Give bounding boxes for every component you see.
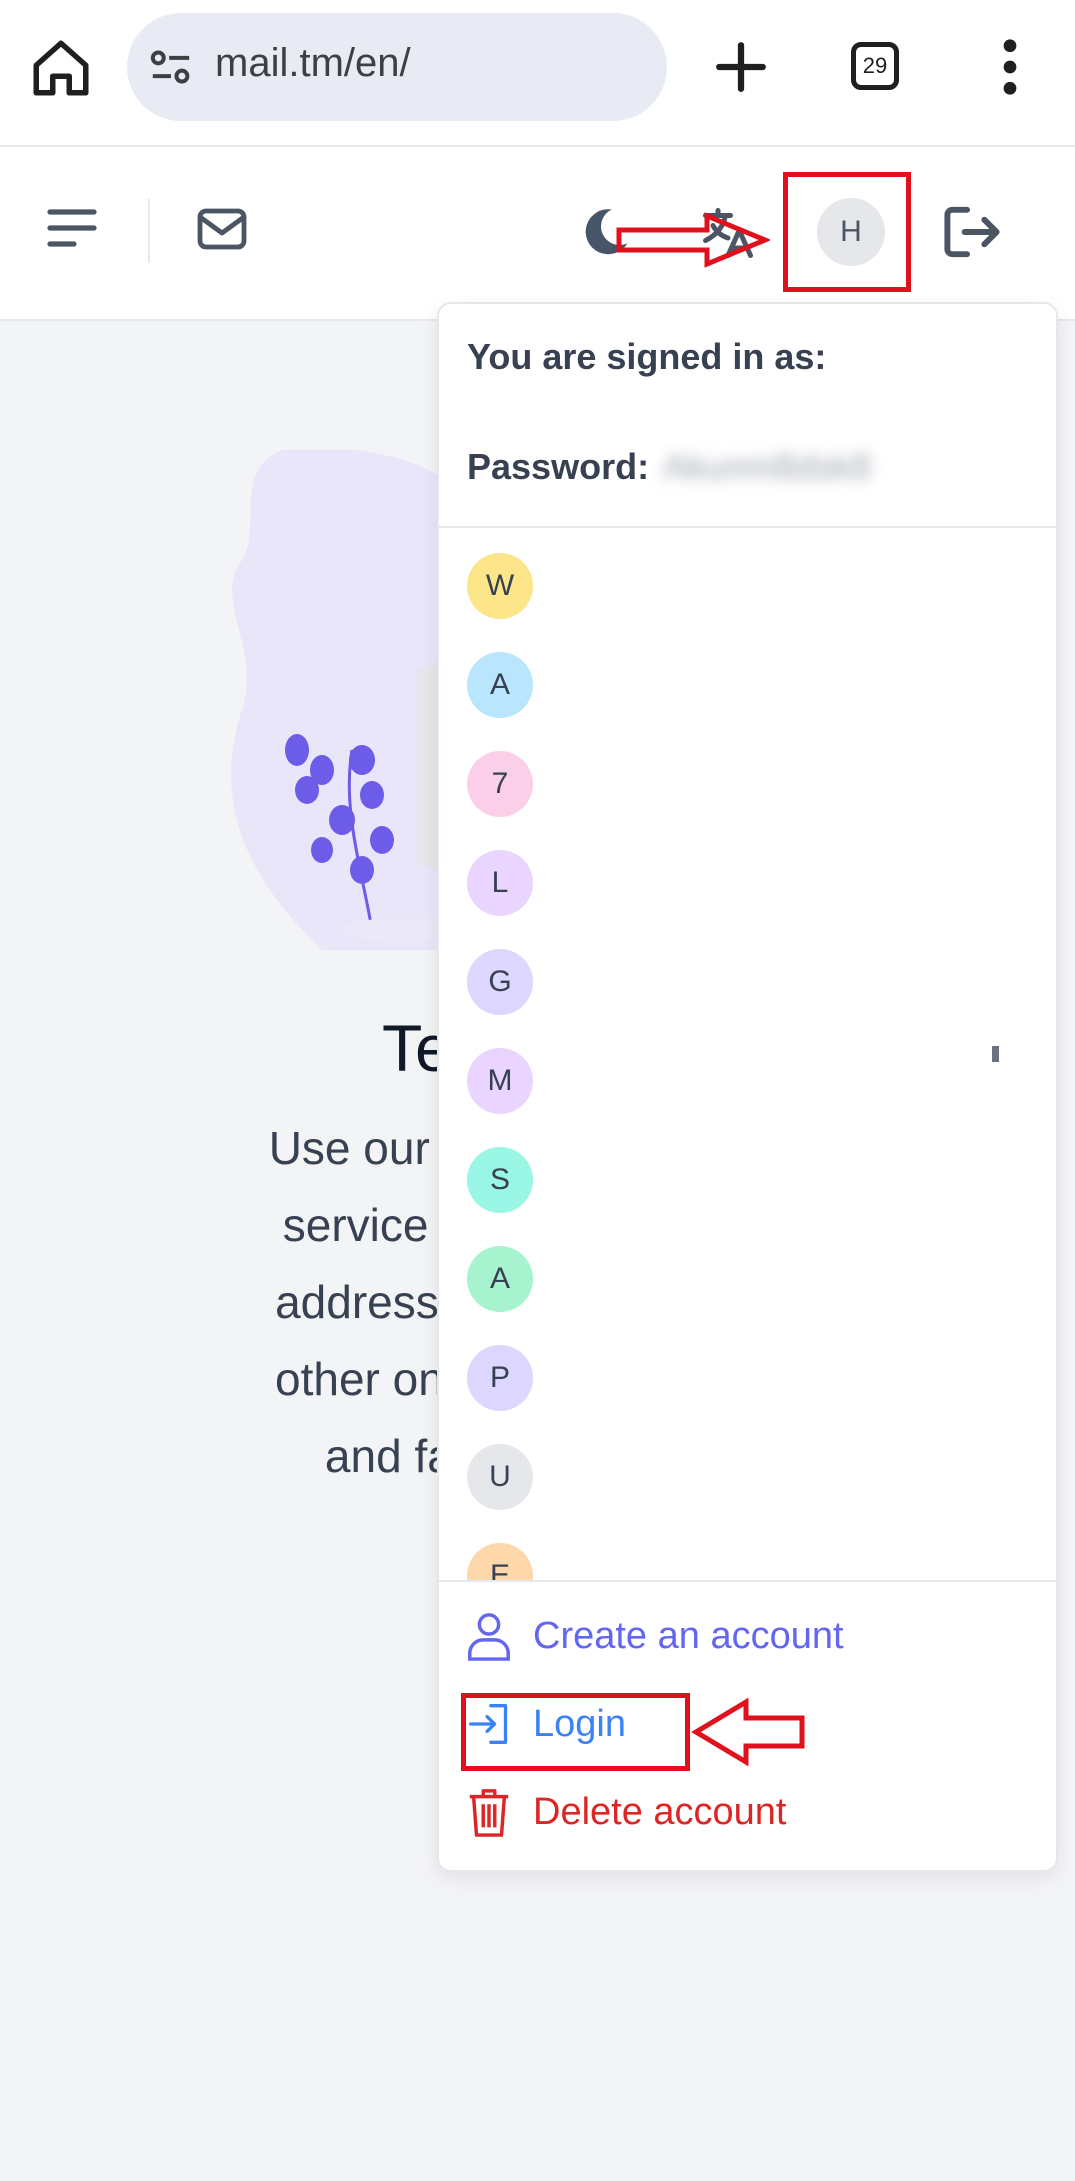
account-initial: 7 <box>491 767 509 800</box>
delete-account-label: Delete account <box>533 1790 787 1833</box>
annotation-box-avatar <box>783 172 911 292</box>
scrollbar-thumb[interactable] <box>992 1046 999 1062</box>
signed-in-label: You are signed in as: <box>467 336 827 377</box>
account-initial: G <box>488 965 512 998</box>
account-item[interactable]: 7 <box>467 751 533 817</box>
account-initial: S <box>489 1163 510 1196</box>
site-settings-icon[interactable] <box>149 47 193 87</box>
delete-account-button[interactable]: Delete account <box>467 1782 787 1842</box>
password-value: Akunm8dsk8 <box>663 446 872 487</box>
account-item[interactable]: P <box>467 1345 533 1411</box>
create-account-button[interactable]: Create an account <box>467 1606 844 1666</box>
tab-count: 29 <box>862 53 888 78</box>
annotation-arrow-left-icon <box>691 1697 805 1767</box>
app-header: H <box>0 147 1075 321</box>
account-item[interactable]: A <box>467 652 533 718</box>
account-initial: W <box>485 569 515 602</box>
mail-icon[interactable] <box>196 207 248 251</box>
annotation-arrow-right-icon <box>616 212 770 268</box>
hero-illustration <box>231 450 462 950</box>
account-list[interactable]: W A 7 L G M S A P U E <box>439 528 1056 1580</box>
account-initial: A <box>489 668 510 701</box>
plus-icon[interactable] <box>712 38 770 96</box>
account-item[interactable]: W <box>467 553 533 619</box>
hamburger-icon[interactable] <box>46 206 98 250</box>
browser-toolbar: mail.tm/en/ 29 <box>0 0 1075 147</box>
password-row: Password: Akunm8dsk8 <box>467 446 871 488</box>
account-dropdown: You are signed in as: Password: Akunm8dsk… <box>437 302 1058 1872</box>
more-vert-icon[interactable] <box>990 38 1030 96</box>
user-icon <box>468 1613 510 1661</box>
logout-icon[interactable] <box>940 202 1004 262</box>
address-bar[interactable]: mail.tm/en/ <box>127 13 667 121</box>
annotation-box-login <box>461 1693 690 1771</box>
dropdown-divider <box>439 1580 1056 1582</box>
account-item[interactable]: S <box>467 1147 533 1213</box>
create-account-label: Create an account <box>533 1614 844 1657</box>
account-initial: M <box>487 1064 513 1097</box>
trash-icon <box>469 1789 509 1837</box>
account-initial: A <box>489 1262 510 1295</box>
account-initial: E <box>489 1559 510 1580</box>
url-text: mail.tm/en/ <box>215 41 411 85</box>
header-divider <box>148 199 150 263</box>
account-item[interactable]: L <box>467 850 533 916</box>
account-initial: L <box>491 866 509 899</box>
account-item[interactable]: U <box>467 1444 533 1510</box>
account-initial: U <box>489 1460 511 1493</box>
tabs-button[interactable]: 29 <box>851 42 899 90</box>
account-item[interactable]: M <box>467 1048 533 1114</box>
password-label: Password: <box>467 446 650 487</box>
account-item[interactable]: G <box>467 949 533 1015</box>
account-item[interactable]: E <box>467 1543 533 1580</box>
home-icon[interactable] <box>28 35 94 101</box>
account-item[interactable]: A <box>467 1246 533 1312</box>
account-initial: P <box>489 1361 510 1394</box>
